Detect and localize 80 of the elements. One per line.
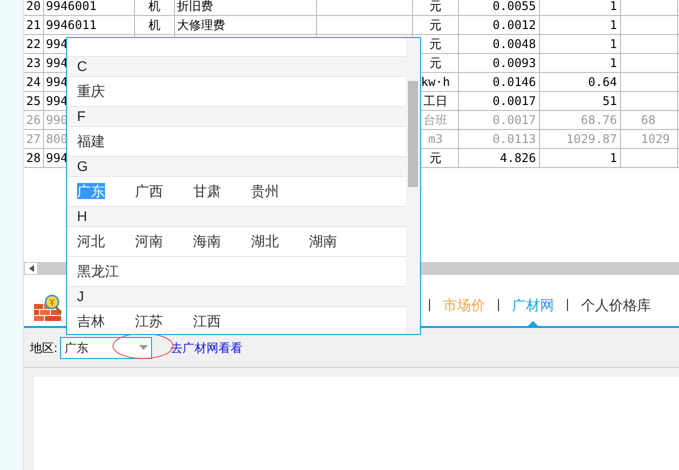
table-cell: 工日 — [424, 94, 448, 108]
table-cell: 0.0017 — [492, 94, 536, 108]
region-option[interactable]: 吉林 — [77, 310, 135, 334]
letter-header: J — [77, 287, 84, 306]
table-cell: 0.0113 — [492, 132, 536, 146]
table-cell: 1029 — [641, 132, 670, 146]
table-cell: 大修理费 — [177, 18, 225, 32]
table-cell: 21 — [26, 18, 41, 32]
table-cell: 元 — [430, 56, 442, 70]
table-cell: 折旧费 — [177, 0, 213, 13]
table-cell: m3 — [428, 132, 443, 146]
region-option[interactable]: 广西 — [135, 180, 193, 204]
region-option[interactable]: 河北 — [77, 230, 135, 254]
region-option[interactable]: 黑龙江 — [77, 260, 135, 284]
table-cell: 0.0017 — [492, 113, 536, 127]
table-cell: 994 — [46, 94, 68, 108]
table-cell: 机 — [148, 18, 160, 32]
table-cell: 994 — [46, 37, 68, 51]
table-cell: 24 — [26, 75, 41, 89]
table-cell: 28 — [26, 151, 41, 165]
region-label: 地区: — [30, 340, 58, 356]
table-cell: 9946001 — [46, 0, 97, 13]
region-option[interactable]: 河南 — [135, 230, 193, 254]
tab-separator — [567, 298, 568, 310]
table-cell: 1029.87 — [566, 132, 617, 146]
table-cell: 0.0012 — [492, 18, 536, 32]
table-cell: 0.0048 — [492, 37, 536, 51]
table-cell: 68 — [641, 113, 656, 127]
region-option[interactable]: 海南 — [193, 230, 251, 254]
letter-header: C — [77, 57, 88, 76]
table-cell: 1 — [610, 151, 617, 165]
table-cell: 994 — [46, 56, 68, 70]
left-arrow-icon — [28, 265, 34, 272]
table-cell: 台班 — [424, 113, 448, 127]
table-cell: 0.0055 — [492, 0, 536, 13]
table-cell: 20 — [26, 0, 41, 13]
table-cell: 1 — [610, 0, 617, 13]
region-select[interactable]: 广东 — [60, 336, 152, 358]
vertical-scrollbar[interactable] — [406, 38, 420, 334]
table-cell: 0.0093 — [492, 56, 536, 70]
table-cell: 1 — [610, 37, 617, 51]
table-cell: 68.76 — [580, 113, 617, 127]
region-option[interactable]: 江苏 — [135, 310, 193, 334]
caret-icon — [139, 345, 148, 350]
scroll-left-button[interactable] — [24, 262, 38, 275]
table-cell: 22 — [26, 37, 41, 51]
table-cell: 机 — [148, 0, 160, 13]
region-option[interactable]: 重庆 — [77, 80, 135, 104]
table-cell: 0.64 — [588, 75, 617, 89]
region-option[interactable]: 江西 — [193, 310, 251, 334]
letter-header: G — [77, 157, 88, 176]
table-cell: 9946011 — [46, 18, 97, 32]
table-cell: 994 — [46, 75, 68, 89]
table-cell: 1 — [610, 56, 617, 70]
table-cell: kw·h — [421, 75, 450, 89]
tab-separator — [429, 298, 430, 310]
tab-separator — [498, 298, 499, 310]
table-cell: 1 — [610, 18, 617, 32]
table-cell: 26 — [26, 113, 41, 127]
table-cell: 0.0146 — [492, 75, 536, 89]
table-cell: 23 — [26, 56, 41, 70]
region-option[interactable]: 甘肃 — [193, 180, 251, 204]
tab[interactable]: 个人价格库 — [581, 275, 651, 326]
table-cell: 元 — [430, 37, 442, 51]
table-cell: 994 — [46, 151, 68, 165]
table-cell: 51 — [602, 94, 617, 108]
table-cell: 元 — [430, 151, 442, 165]
region-option[interactable]: 福建 — [77, 130, 135, 154]
region-option[interactable]: 湖南 — [309, 230, 367, 254]
scrollbar-thumb[interactable] — [408, 81, 418, 187]
table-cell: 25 — [26, 94, 41, 108]
table-cell: 元 — [430, 0, 442, 13]
letter-header: H — [77, 207, 88, 226]
region-option[interactable]: 湖北 — [251, 230, 309, 254]
region-option[interactable]: 贵州 — [251, 180, 309, 204]
brick-wall-search-icon — [33, 294, 63, 322]
letter-header: F — [77, 107, 86, 126]
table-cell: 元 — [430, 18, 442, 32]
table-cell: 4.826 — [500, 151, 536, 165]
table-cell: 27 — [26, 132, 41, 146]
